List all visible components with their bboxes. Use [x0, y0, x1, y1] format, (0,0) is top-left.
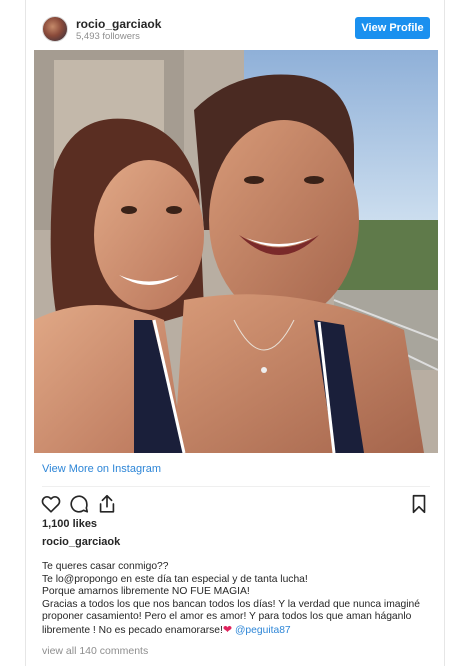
action-bar — [40, 493, 432, 515]
view-more-on-instagram-link[interactable]: View More on Instagram — [42, 463, 161, 475]
instagram-embed-card: rocio_garciaok 5,493 followers View Prof… — [25, 0, 445, 666]
caption-line: Te lo@propongo en este día tan especial … — [42, 573, 308, 585]
view-all-comments-link[interactable]: view all 140 comments — [42, 645, 148, 657]
post-photo[interactable] — [34, 50, 438, 453]
caption-line: proponer casamiento! Pero el amor es amo… — [42, 611, 412, 623]
red-heart-emoji-icon: ❤ — [222, 623, 233, 636]
heart-icon[interactable] — [40, 493, 62, 515]
share-icon[interactable] — [96, 493, 118, 515]
caption-line: libremente ! No es pecado enamorarse! — [42, 624, 223, 636]
likes-count[interactable]: 1,100 likes — [42, 518, 97, 530]
avatar[interactable] — [42, 16, 68, 42]
caption-last-line: libremente ! No es pecado enamorarse!❤ @… — [42, 624, 434, 638]
follower-count: 5,493 followers — [76, 31, 140, 42]
divider — [42, 486, 430, 487]
caption-username[interactable]: rocio_garciaok — [42, 536, 120, 548]
caption-line: Te queres casar conmigo?? — [42, 561, 169, 572]
view-profile-button[interactable]: View Profile — [355, 17, 430, 39]
caption-line: Gracias a todos los que nos bancan todos… — [42, 598, 420, 610]
post-header: rocio_garciaok 5,493 followers View Prof… — [42, 14, 430, 44]
username[interactable]: rocio_garciaok — [76, 17, 161, 31]
photo-illustration — [34, 50, 438, 453]
caption-line: Porque amarnos libremente NO FUE MAGIA! — [42, 586, 250, 598]
comment-icon[interactable] — [68, 493, 90, 515]
mention-link[interactable]: @peguita87 — [235, 625, 291, 636]
bookmark-icon[interactable] — [408, 493, 430, 515]
post-caption: Te queres casar conmigo?? Te lo@propongo… — [42, 561, 434, 638]
